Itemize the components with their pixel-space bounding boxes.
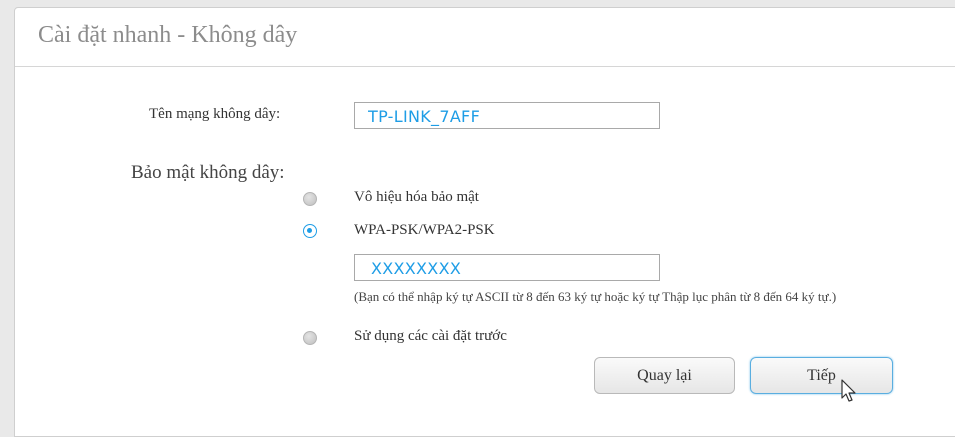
ssid-label: Tên mạng không dây: xyxy=(149,106,281,122)
password-input[interactable] xyxy=(354,254,660,281)
radio-wpa-psk[interactable] xyxy=(303,224,317,238)
next-button[interactable]: Tiếp xyxy=(750,357,893,394)
password-hint: (Bạn có thể nhập ký tự ASCII từ 8 đến 63… xyxy=(354,289,837,304)
page-title: Cài đặt nhanh - Không dây xyxy=(38,22,298,48)
ssid-input[interactable] xyxy=(354,102,660,129)
option-disable-security-label[interactable]: Vô hiệu hóa bảo mật xyxy=(354,189,479,206)
radio-use-previous-settings[interactable] xyxy=(303,331,317,345)
option-use-previous-label[interactable]: Sử dụng các cài đặt trước xyxy=(354,328,507,345)
quick-setup-panel: Cài đặt nhanh - Không dây Tên mạng không… xyxy=(14,7,955,437)
security-label: Bảo mật không dây: xyxy=(131,162,285,183)
panel-header: Cài đặt nhanh - Không dây xyxy=(15,8,955,67)
option-wpa-psk-label[interactable]: WPA-PSK/WPA2-PSK xyxy=(354,222,495,239)
radio-disable-security[interactable] xyxy=(303,192,317,206)
back-button[interactable]: Quay lại xyxy=(594,357,735,394)
mouse-cursor-icon xyxy=(841,379,856,402)
